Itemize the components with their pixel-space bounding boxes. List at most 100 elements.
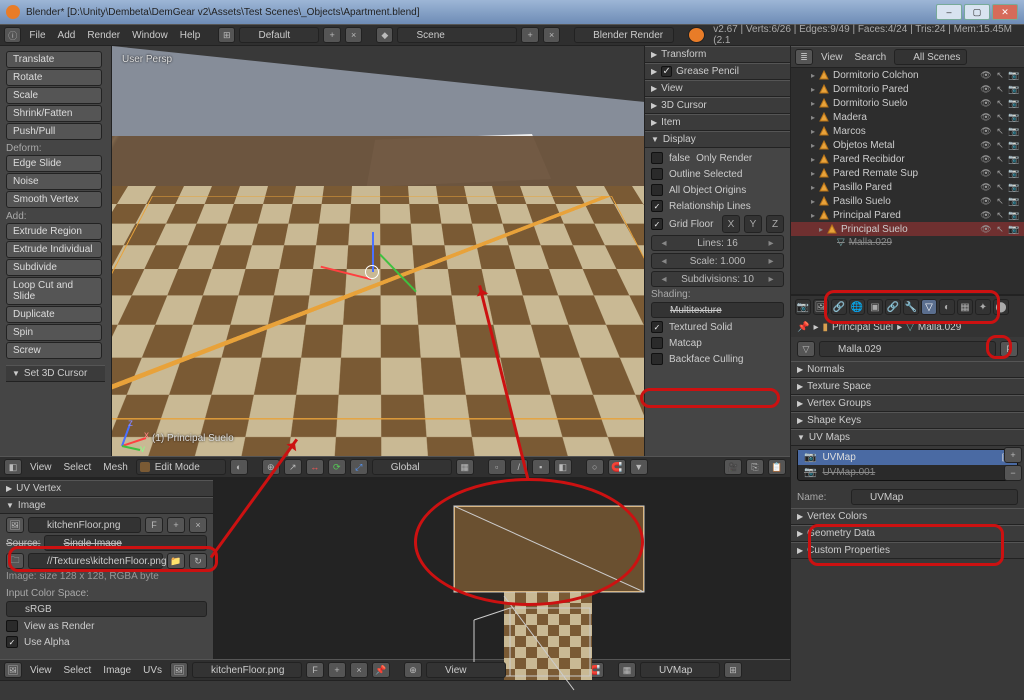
restrict-select-icon[interactable]: ↖ xyxy=(994,83,1006,95)
view-as-render-check[interactable]: View as Render xyxy=(6,619,207,633)
maximize-button[interactable]: ▢ xyxy=(964,4,990,20)
restrict-render-icon[interactable]: 📷 xyxy=(1008,69,1020,81)
uvmap-name-field[interactable]: UVMap xyxy=(851,489,1018,505)
editor-type-outliner-icon[interactable]: ≣ xyxy=(795,49,813,65)
layout-del-icon[interactable]: × xyxy=(345,27,362,43)
snap-icon[interactable]: 🧲 xyxy=(608,459,626,475)
toolshelf-rotate[interactable]: Rotate xyxy=(6,69,102,86)
snap-target-icon[interactable]: ▼ xyxy=(630,459,648,475)
image-fake-user[interactable]: F xyxy=(145,517,163,533)
outliner-item[interactable]: ▸Dormitorio Pared👁↖📷 xyxy=(791,82,1024,96)
subdiv-number[interactable]: ◂Subdivisions: 10▸ xyxy=(651,271,784,287)
restrict-render-icon[interactable]: 📷 xyxy=(1008,209,1020,221)
restrict-select-icon[interactable]: ↖ xyxy=(994,209,1006,221)
render-border-icon[interactable]: 🎥 xyxy=(724,459,742,475)
copy-icon[interactable]: ⎘ xyxy=(746,459,764,475)
editor-type-uv-icon[interactable]: 🖼 xyxy=(4,662,22,678)
editor-type-3dview-icon[interactable]: ◧ xyxy=(4,459,22,475)
grid-floor-check[interactable]: Grid Floor xyxy=(651,217,718,231)
toolshelf-push-pull[interactable]: Push/Pull xyxy=(6,123,102,140)
outliner-view[interactable]: View xyxy=(817,52,847,63)
minimize-button[interactable]: – xyxy=(936,4,962,20)
panel-item[interactable]: Item xyxy=(661,117,680,128)
restrict-select-icon[interactable]: ↖ xyxy=(994,111,1006,123)
panel-image[interactable]: Image xyxy=(18,500,46,511)
manip-scale-icon[interactable]: ⤢ xyxy=(350,459,368,475)
multitexture-dropdown[interactable]: Multitexture xyxy=(651,302,784,318)
render-engine-selector[interactable]: Blender Render xyxy=(574,27,674,43)
restrict-select-icon[interactable]: ↖ xyxy=(994,97,1006,109)
restrict-select-icon[interactable]: ↖ xyxy=(994,181,1006,193)
outliner-child[interactable]: ▽Malla.029 xyxy=(791,236,1024,249)
only-render-check[interactable]: falseOnly Render xyxy=(651,151,784,165)
scale-number[interactable]: ◂Scale: 1.000▸ xyxy=(651,253,784,269)
paste-icon[interactable]: 📋 xyxy=(768,459,786,475)
manip-rotate-icon[interactable]: ⟳ xyxy=(328,459,346,475)
menu-file[interactable]: File xyxy=(25,30,49,41)
pin-icon[interactable]: 📌 xyxy=(797,322,809,333)
use-alpha-check[interactable]: Use Alpha xyxy=(6,635,207,649)
outliner-item[interactable]: ▸Pared Recibidor👁↖📷 xyxy=(791,152,1024,166)
uv-canvas[interactable] xyxy=(214,480,790,659)
uv-image-browse-icon[interactable]: 🖼 xyxy=(170,662,188,678)
toolshelf-extrude-individual[interactable]: Extrude Individual xyxy=(6,241,102,258)
mesh-browse-icon[interactable]: ▽ xyxy=(797,341,815,357)
manip-toggle-icon[interactable]: ↗ xyxy=(284,459,302,475)
panel-uv-vertex[interactable]: UV Vertex xyxy=(16,483,61,494)
tab-particles-icon[interactable]: ✦ xyxy=(975,299,991,315)
restrict-select-icon[interactable]: ↖ xyxy=(994,167,1006,179)
tab-object-icon[interactable]: ▣ xyxy=(867,299,883,315)
filepath-browse-icon[interactable]: 📁 xyxy=(167,553,185,569)
uv-image-unlink-icon[interactable]: × xyxy=(350,662,368,678)
toolshelf-noise[interactable]: Noise xyxy=(6,173,102,190)
restrict-view-icon[interactable]: 👁 xyxy=(980,153,992,165)
panel-vertex-colors[interactable]: Vertex Colors xyxy=(807,511,867,522)
view3d-menu-mesh[interactable]: Mesh xyxy=(99,462,131,473)
backface-check[interactable]: Backface Culling xyxy=(651,352,784,366)
editor-type-info-icon[interactable]: ⓘ xyxy=(4,27,21,43)
panel-texture-space[interactable]: Texture Space xyxy=(807,381,871,392)
uv-map-selector[interactable]: UVMap xyxy=(640,662,720,678)
tab-layers-icon[interactable]: 🖼 xyxy=(813,299,829,315)
scene-del-icon[interactable]: × xyxy=(543,27,560,43)
toolshelf-subdivide[interactable]: Subdivide xyxy=(6,259,102,276)
panel-uv-maps[interactable]: UV Maps xyxy=(809,432,850,443)
restrict-view-icon[interactable]: 👁 xyxy=(980,223,992,235)
restrict-view-icon[interactable]: 👁 xyxy=(980,167,992,179)
panel-geometry-data[interactable]: Geometry Data xyxy=(807,528,875,539)
uv-menu-uvs[interactable]: UVs xyxy=(139,665,166,676)
image-unlink-icon[interactable]: × xyxy=(189,517,207,533)
panel-grease-pencil[interactable]: Grease Pencil xyxy=(676,66,739,77)
axis-x-toggle[interactable]: X xyxy=(722,215,740,233)
outliner-item[interactable]: ▸Pasillo Pared👁↖📷 xyxy=(791,180,1024,194)
restrict-view-icon[interactable]: 👁 xyxy=(980,111,992,123)
outliner-item[interactable]: ▸Madera👁↖📷 xyxy=(791,110,1024,124)
toolshelf-screw[interactable]: Screw xyxy=(6,342,102,359)
restrict-render-icon[interactable]: 📷 xyxy=(1008,181,1020,193)
mesh-fake-user[interactable]: F xyxy=(1000,341,1018,357)
source-selector[interactable]: Single Image xyxy=(44,535,207,551)
menu-help[interactable]: Help xyxy=(176,30,205,41)
tab-scene-icon[interactable]: 🔗 xyxy=(831,299,847,315)
panel-transform[interactable]: Transform xyxy=(661,49,706,60)
image-add-icon[interactable]: + xyxy=(167,517,185,533)
image-browse-icon[interactable]: 🖼 xyxy=(6,517,24,533)
menu-render[interactable]: Render xyxy=(83,30,124,41)
tab-render-icon[interactable]: 📷 xyxy=(795,299,811,315)
restrict-select-icon[interactable]: ↖ xyxy=(994,139,1006,151)
filepath-reload-icon[interactable]: ↻ xyxy=(189,553,207,569)
uv-menu-select[interactable]: Select xyxy=(60,665,96,676)
tab-constraints-icon[interactable]: 🔗 xyxy=(885,299,901,315)
toolshelf-extrude-region[interactable]: Extrude Region xyxy=(6,223,102,240)
lines-number[interactable]: ◂Lines: 16▸ xyxy=(651,235,784,251)
proportional-icon[interactable]: ○ xyxy=(586,459,604,475)
orientation-selector[interactable]: Global xyxy=(372,459,452,475)
toolshelf-smooth-vertex[interactable]: Smooth Vertex xyxy=(6,191,102,208)
uv-pin-icon[interactable]: 📌 xyxy=(372,662,390,678)
ics-selector[interactable]: sRGB xyxy=(6,601,207,617)
uv-image-add-icon[interactable]: + xyxy=(328,662,346,678)
restrict-render-icon[interactable]: 📷 xyxy=(1008,83,1020,95)
toolshelf-shrink-fatten[interactable]: Shrink/Fatten xyxy=(6,105,102,122)
layout-selector[interactable]: Default xyxy=(239,27,319,43)
axis-y-toggle[interactable]: Y xyxy=(744,215,762,233)
